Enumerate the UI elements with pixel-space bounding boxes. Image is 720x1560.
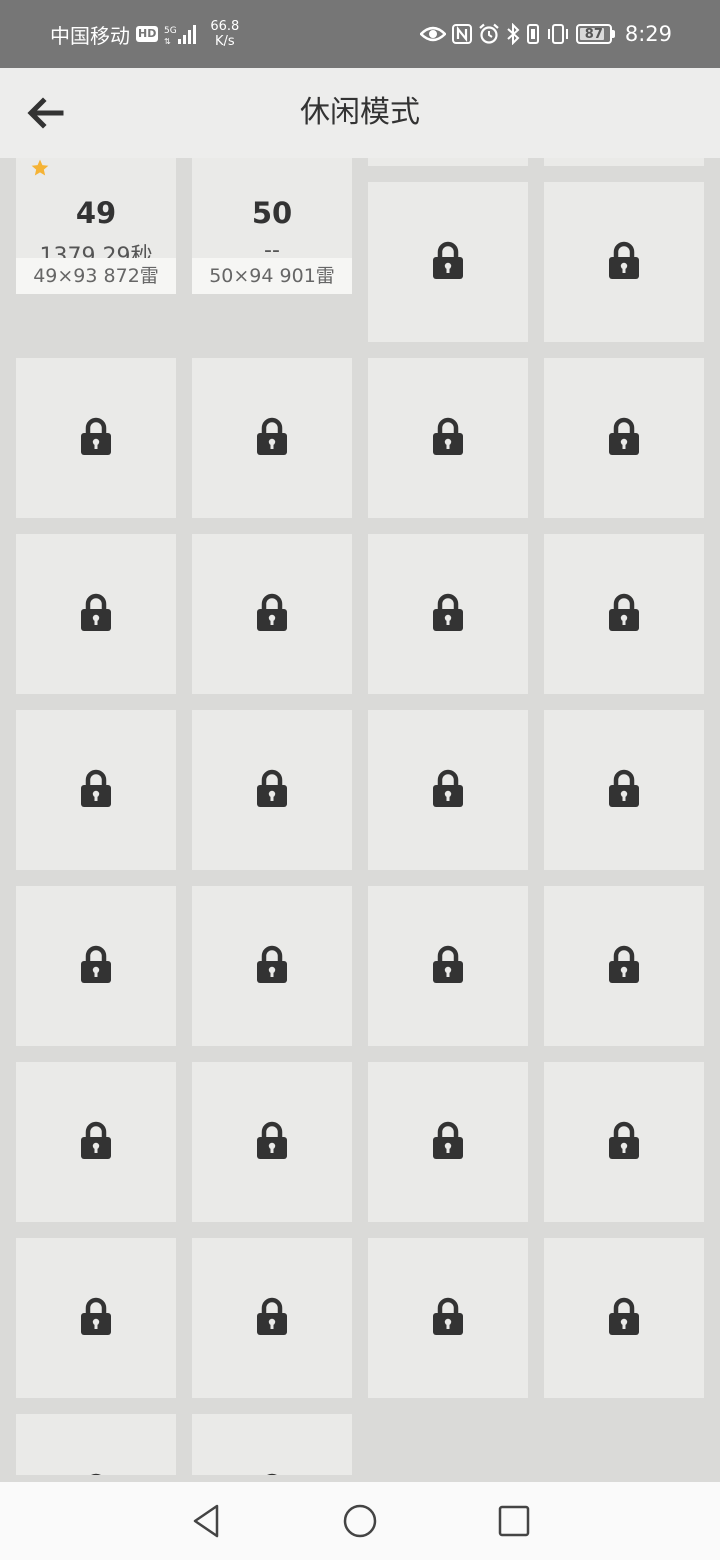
lock-icon bbox=[433, 945, 463, 987]
locked-level-tile[interactable] bbox=[368, 158, 528, 166]
status-right: 87 8:29 bbox=[419, 0, 672, 68]
lock-icon bbox=[609, 1121, 639, 1163]
lock-icon bbox=[257, 593, 287, 635]
back-button[interactable] bbox=[20, 90, 70, 136]
eye-icon bbox=[419, 26, 446, 42]
lock-icon bbox=[609, 1297, 639, 1339]
battery-icon: 87 bbox=[575, 24, 615, 44]
nav-recents-icon bbox=[498, 1505, 530, 1537]
lock-icon bbox=[257, 417, 287, 459]
locked-level-tile[interactable] bbox=[16, 886, 176, 1046]
locked-level-tile[interactable] bbox=[16, 358, 176, 518]
alarm-icon bbox=[479, 23, 499, 44]
lock-icon bbox=[257, 1121, 287, 1163]
locked-level-tile[interactable] bbox=[544, 886, 704, 1046]
lock-icon bbox=[609, 945, 639, 987]
lock-icon bbox=[81, 1121, 111, 1163]
lock-icon bbox=[257, 769, 287, 811]
network-speed: 66.8 K/s bbox=[210, 19, 239, 49]
level-grid: 49 1379.29秒 49×93 872雷 50 -- 50×94 901雷 bbox=[16, 158, 704, 1475]
page-title: 休闲模式 bbox=[300, 95, 420, 130]
locked-level-tile[interactable] bbox=[192, 710, 352, 870]
locked-level-tile[interactable] bbox=[16, 534, 176, 694]
locked-level-tile[interactable] bbox=[368, 710, 528, 870]
lock-icon bbox=[609, 593, 639, 635]
lock-icon bbox=[433, 1297, 463, 1339]
lock-icon bbox=[257, 945, 287, 987]
locked-level-tile[interactable] bbox=[192, 1238, 352, 1398]
locked-level-tile[interactable] bbox=[16, 1414, 176, 1475]
locked-level-tile[interactable] bbox=[192, 358, 352, 518]
speed-value: 66.8 bbox=[210, 19, 240, 34]
lock-icon bbox=[257, 1297, 287, 1339]
signal-icon: 5G ⇅ bbox=[164, 25, 197, 45]
status-bar: 中国移动 HD 5G ⇅ 66.8 K/s 87 8:29 bbox=[0, 0, 720, 68]
locked-level-tile[interactable] bbox=[368, 1062, 528, 1222]
system-nav-bar bbox=[0, 1482, 720, 1560]
level-size-mines: 49×93 872雷 bbox=[16, 258, 176, 294]
lock-icon bbox=[609, 241, 639, 283]
lock-icon bbox=[81, 945, 111, 987]
level-tile[interactable]: 49 1379.29秒 49×93 872雷 bbox=[16, 158, 176, 294]
nav-recents-button[interactable] bbox=[492, 1499, 536, 1543]
speed-unit: K/s bbox=[214, 34, 235, 49]
nav-back-icon bbox=[193, 1504, 219, 1538]
locked-level-tile[interactable] bbox=[16, 1238, 176, 1398]
locked-level-tile[interactable] bbox=[368, 886, 528, 1046]
locked-level-tile[interactable] bbox=[368, 534, 528, 694]
bluetooth-icon bbox=[507, 23, 520, 45]
lock-icon bbox=[257, 1473, 287, 1475]
locked-level-tile[interactable] bbox=[544, 182, 704, 342]
level-size-mines: 50×94 901雷 bbox=[192, 258, 352, 294]
locked-level-tile[interactable] bbox=[16, 1062, 176, 1222]
app-bar: 休闲模式 bbox=[0, 68, 720, 158]
phone-status-icon bbox=[526, 24, 539, 44]
locked-level-tile[interactable] bbox=[544, 1238, 704, 1398]
lock-icon bbox=[81, 769, 111, 811]
network-type: 5G bbox=[164, 26, 177, 36]
levels-grid: 49 1379.29秒 49×93 872雷 50 -- 50×94 901雷 bbox=[0, 158, 720, 1475]
locked-level-tile[interactable] bbox=[544, 710, 704, 870]
locked-level-tile[interactable] bbox=[544, 1062, 704, 1222]
lock-icon bbox=[433, 241, 463, 283]
nav-home-button[interactable] bbox=[338, 1499, 382, 1543]
lock-icon bbox=[433, 593, 463, 635]
locked-level-tile[interactable] bbox=[368, 358, 528, 518]
nfc-icon bbox=[451, 24, 472, 44]
clock: 8:29 bbox=[624, 22, 672, 46]
level-number: 50 bbox=[251, 196, 293, 230]
hd-badge: HD bbox=[136, 26, 159, 42]
locked-level-tile[interactable] bbox=[544, 358, 704, 518]
nav-home-icon bbox=[343, 1504, 377, 1538]
lock-icon bbox=[609, 769, 639, 811]
lock-icon bbox=[433, 417, 463, 459]
locked-level-tile[interactable] bbox=[544, 158, 704, 166]
level-number: 49 bbox=[75, 196, 117, 230]
locked-level-tile[interactable] bbox=[368, 1238, 528, 1398]
locked-level-tile[interactable] bbox=[192, 534, 352, 694]
battery-percent: 87 bbox=[584, 26, 603, 42]
locked-level-tile[interactable] bbox=[16, 710, 176, 870]
locked-level-tile[interactable] bbox=[192, 1062, 352, 1222]
locked-level-tile[interactable] bbox=[192, 886, 352, 1046]
vibrate-icon bbox=[547, 24, 568, 44]
lock-icon bbox=[81, 417, 111, 459]
carrier-name: 中国移动 bbox=[50, 23, 130, 48]
lock-icon bbox=[81, 1297, 111, 1339]
lock-icon bbox=[433, 1121, 463, 1163]
lock-icon bbox=[609, 417, 639, 459]
locked-level-tile[interactable] bbox=[368, 182, 528, 342]
status-left: 中国移动 HD 5G ⇅ 66.8 K/s bbox=[50, 0, 239, 68]
lock-icon bbox=[81, 593, 111, 635]
level-tile[interactable]: 50 -- 50×94 901雷 bbox=[192, 158, 352, 294]
lock-icon bbox=[433, 769, 463, 811]
locked-level-tile[interactable] bbox=[544, 534, 704, 694]
star-icon bbox=[30, 158, 50, 182]
lock-icon bbox=[81, 1473, 111, 1475]
arrow-left-icon bbox=[27, 97, 64, 129]
svg-text:⇅: ⇅ bbox=[164, 37, 171, 45]
nav-back-button[interactable] bbox=[184, 1499, 228, 1543]
locked-level-tile[interactable] bbox=[192, 1414, 352, 1475]
